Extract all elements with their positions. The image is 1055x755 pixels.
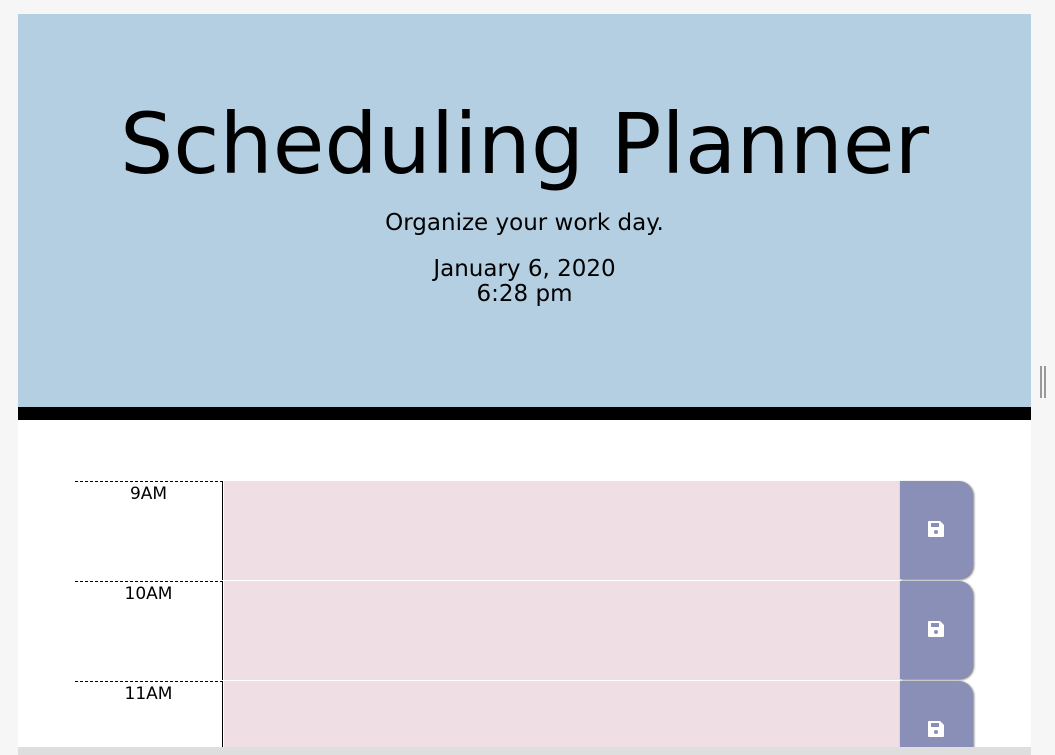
current-time: 6:28 pm [476, 281, 573, 307]
hour-label: 9AM [75, 481, 223, 580]
save-button[interactable] [900, 481, 973, 579]
floppy-disk-icon [928, 621, 944, 637]
event-description-textarea[interactable] [224, 581, 900, 681]
page: Scheduling Planner Organize your work da… [18, 14, 1031, 747]
event-description-textarea[interactable] [224, 481, 900, 581]
event-description-textarea[interactable] [224, 681, 900, 747]
floppy-disk-icon [928, 721, 944, 737]
page-title: Scheduling Planner [119, 95, 930, 193]
time-block-row: 11AM [75, 681, 975, 747]
hour-label: 11AM [75, 681, 223, 747]
save-button[interactable] [900, 581, 973, 679]
resize-handle[interactable] [1040, 366, 1046, 398]
save-button[interactable] [900, 681, 973, 747]
floppy-disk-icon [928, 521, 944, 537]
current-date: January 6, 2020 [433, 256, 616, 282]
page-subtitle: Organize your work day. [385, 210, 664, 236]
current-datetime: January 6, 2020 6:28 pm [18, 257, 1031, 307]
horizontal-scrollbar[interactable] [18, 747, 1031, 755]
time-block-row: 10AM [75, 581, 975, 681]
time-block-row: 9AM [75, 481, 975, 581]
hour-label: 10AM [75, 581, 223, 680]
header-jumbotron: Scheduling Planner Organize your work da… [18, 14, 1031, 420]
timeblock-container: 9AM 10AM 11AM [75, 481, 975, 747]
